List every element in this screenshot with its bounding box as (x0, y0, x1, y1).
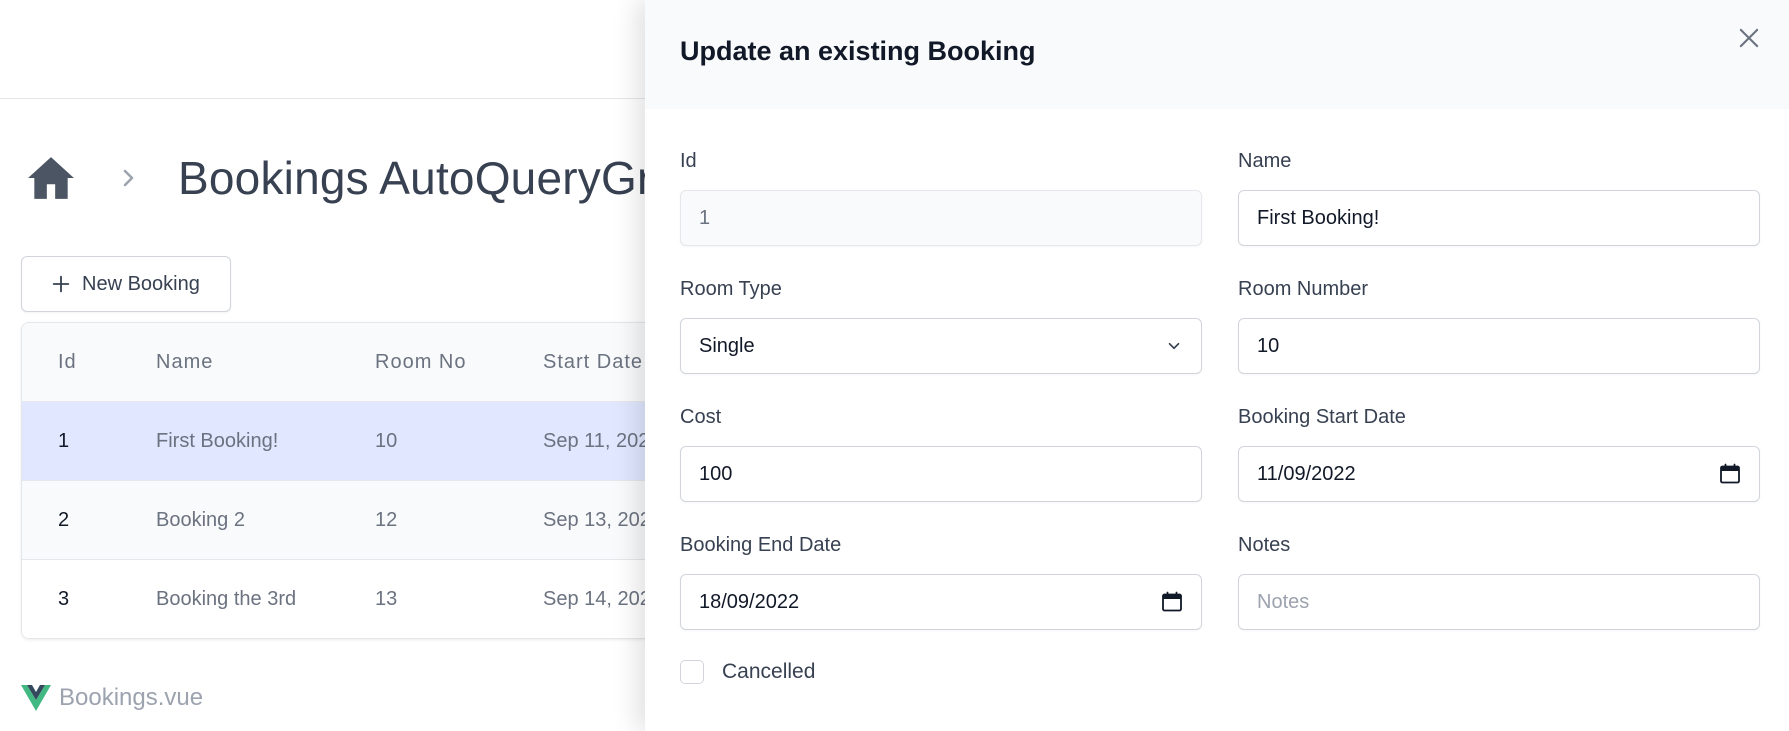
close-icon (1739, 28, 1759, 48)
room-type-select[interactable]: Single (680, 318, 1202, 374)
modal-backdrop[interactable] (0, 0, 645, 731)
name-label: Name (1238, 150, 1292, 172)
cancelled-checkbox[interactable] (680, 660, 704, 684)
cost-label: Cost (680, 406, 722, 428)
start-date-input[interactable]: 11/09/2022 (1238, 446, 1760, 502)
calendar-icon[interactable] (1719, 463, 1741, 485)
room-number-value: 10 (1257, 334, 1280, 357)
name-value: First Booking! (1257, 206, 1380, 229)
name-field: Name First Booking! (1238, 150, 1760, 246)
room-type-field: Room Type Single (680, 278, 1202, 374)
start-date-field: Booking Start Date 11/09/2022 (1238, 406, 1760, 502)
room-type-label: Room Type (680, 278, 782, 300)
chevron-down-icon (1168, 342, 1180, 350)
id-input: 1 (680, 190, 1202, 246)
start-date-label: Booking Start Date (1238, 406, 1406, 428)
notes-placeholder: Notes (1257, 590, 1310, 613)
end-date-input[interactable]: 18/09/2022 (680, 574, 1202, 630)
cancelled-field: Cancelled (680, 660, 815, 684)
end-date-label: Booking End Date (680, 534, 842, 556)
id-field: Id 1 (680, 150, 1202, 246)
end-date-value: 18/09/2022 (699, 590, 800, 613)
cost-value: 100 (699, 462, 733, 485)
end-date-field: Booking End Date 18/09/2022 (680, 534, 1202, 630)
room-number-label: Room Number (1238, 278, 1369, 300)
name-input[interactable]: First Booking! (1238, 190, 1760, 246)
notes-field: Notes Notes (1238, 534, 1760, 630)
id-label: Id (680, 150, 697, 172)
cost-input[interactable]: 100 (680, 446, 1202, 502)
room-number-field: Room Number 10 (1238, 278, 1760, 374)
cost-field: Cost 100 (680, 406, 1202, 502)
calendar-icon[interactable] (1161, 591, 1183, 613)
room-number-input[interactable]: 10 (1238, 318, 1760, 374)
edit-booking-panel: Update an existing Booking Id 1 Name Fir… (645, 0, 1789, 731)
id-value: 1 (699, 206, 711, 229)
panel-header: Update an existing Booking (645, 0, 1789, 109)
room-type-value: Single (699, 334, 755, 357)
notes-input[interactable]: Notes (1238, 574, 1760, 630)
panel-title: Update an existing Booking (680, 36, 1036, 66)
notes-label: Notes (1238, 534, 1291, 556)
start-date-value: 11/09/2022 (1257, 462, 1356, 485)
close-button[interactable] (1733, 22, 1765, 54)
cancelled-label[interactable]: Cancelled (722, 660, 815, 684)
